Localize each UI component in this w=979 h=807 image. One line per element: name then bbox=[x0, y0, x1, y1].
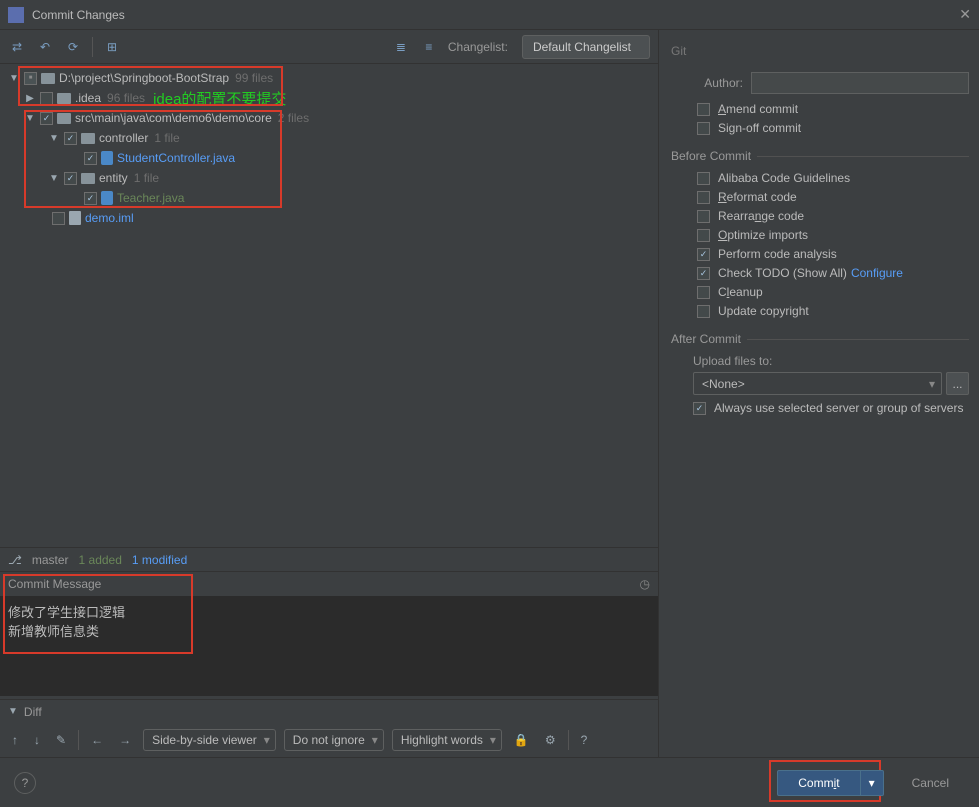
author-label: Author: bbox=[693, 76, 743, 90]
ignore-dropdown[interactable]: Do not ignore bbox=[284, 729, 384, 751]
folder-icon bbox=[81, 133, 95, 144]
branch-icon: ⎇ bbox=[8, 553, 22, 567]
copyright-row[interactable]: Update copyright bbox=[697, 304, 969, 318]
tree-teacher[interactable]: Teacher.java bbox=[0, 188, 658, 208]
checkbox[interactable] bbox=[697, 103, 710, 116]
java-file-icon bbox=[101, 151, 113, 165]
tree-src[interactable]: ▼ src\main\java\com\demo6\demo\core 2 fi… bbox=[0, 108, 658, 128]
close-icon[interactable]: ✕ bbox=[959, 6, 971, 23]
folder-icon bbox=[41, 73, 55, 84]
after-commit-title: After Commit bbox=[671, 332, 969, 346]
tree-studentcontroller[interactable]: StudentController.java bbox=[0, 148, 658, 168]
highlight-dropdown[interactable]: Highlight words bbox=[392, 729, 502, 751]
status-added: 1 added bbox=[79, 553, 122, 567]
diff-header[interactable]: ▼ Diff bbox=[0, 699, 658, 723]
configure-link[interactable]: Configure bbox=[851, 266, 903, 280]
next-file-icon[interactable]: → bbox=[115, 731, 135, 749]
reformat-row[interactable]: Reformat code bbox=[697, 190, 969, 204]
file-icon bbox=[69, 211, 81, 225]
upload-label: Upload files to: bbox=[693, 354, 969, 368]
cleanup-row[interactable]: Cleanup bbox=[697, 285, 969, 299]
checkbox[interactable] bbox=[64, 132, 77, 145]
prev-file-icon[interactable]: ← bbox=[87, 731, 107, 749]
folder-icon bbox=[57, 93, 71, 104]
app-icon bbox=[8, 7, 24, 23]
always-use-server-row[interactable]: Always use selected server or group of s… bbox=[693, 401, 969, 415]
upload-more-button[interactable]: ... bbox=[946, 372, 969, 395]
edit-icon[interactable]: ✎ bbox=[52, 731, 70, 749]
commit-button[interactable]: Commit bbox=[777, 770, 860, 796]
changes-toolbar: ⇄ ↶ ⟳ ⊞ ≣ ≡ Changelist: Default Changeli… bbox=[0, 30, 658, 64]
diff-toolbar: ↑ ↓ ✎ ← → Side-by-side viewer Do not ign… bbox=[0, 723, 658, 757]
checkbox[interactable] bbox=[52, 212, 65, 225]
changelist-dropdown[interactable]: Default Changelist bbox=[522, 35, 650, 59]
viewer-dropdown[interactable]: Side-by-side viewer bbox=[143, 729, 276, 751]
java-file-icon bbox=[101, 191, 113, 205]
rearrange-row[interactable]: Rearrange code bbox=[697, 209, 969, 223]
changelist-value: Default Changelist bbox=[533, 40, 631, 54]
checkbox[interactable] bbox=[64, 172, 77, 185]
separator bbox=[78, 730, 79, 750]
upload-server-dropdown[interactable]: <None> bbox=[693, 372, 942, 395]
footer: ? Commit ▾ Cancel bbox=[0, 757, 979, 807]
checkbox[interactable] bbox=[84, 152, 97, 165]
changelist-label: Changelist: bbox=[448, 40, 508, 54]
prev-diff-icon[interactable]: ↑ bbox=[8, 731, 22, 749]
folder-icon bbox=[57, 113, 71, 124]
folder-icon bbox=[81, 173, 95, 184]
separator bbox=[92, 37, 93, 57]
refresh-icon[interactable]: ⇄ bbox=[8, 38, 26, 56]
commit-message-header: Commit Message ◷ bbox=[0, 572, 658, 596]
help-button[interactable]: ? bbox=[14, 772, 36, 794]
tree-demoiml[interactable]: demo.iml bbox=[0, 208, 658, 228]
tree-idea[interactable]: ▶ .idea 96 files idea的配置不要提交 bbox=[0, 88, 658, 108]
checkbox[interactable] bbox=[697, 122, 710, 135]
history-icon[interactable]: ◷ bbox=[640, 577, 650, 591]
check-todo-row[interactable]: Check TODO (Show All)Configure bbox=[697, 266, 969, 280]
lock-icon[interactable]: 🔒 bbox=[510, 731, 533, 749]
branch-name: master bbox=[32, 553, 69, 567]
collapse-icon[interactable]: ≡ bbox=[420, 38, 438, 56]
right-panel: Git Author: Amend commit Sign-off commit… bbox=[659, 30, 979, 757]
tree-root[interactable]: ▼ D:\project\Springboot-BootStrap 99 fil… bbox=[0, 68, 658, 88]
status-modified: 1 modified bbox=[132, 553, 187, 567]
before-commit-title: Before Commit bbox=[671, 149, 969, 163]
separator bbox=[568, 730, 569, 750]
status-bar: ⎇ master 1 added 1 modified bbox=[0, 547, 658, 571]
group-icon[interactable]: ⊞ bbox=[103, 38, 121, 56]
checkbox[interactable] bbox=[40, 112, 53, 125]
annotation-text: idea的配置不要提交 bbox=[153, 88, 286, 109]
window-title: Commit Changes bbox=[32, 8, 959, 22]
cancel-button[interactable]: Cancel bbox=[896, 771, 965, 795]
author-input[interactable] bbox=[751, 72, 969, 94]
chevron-down-icon: ▼ bbox=[8, 706, 18, 717]
alibaba-row[interactable]: Alibaba Code Guidelines bbox=[697, 171, 969, 185]
file-tree[interactable]: ▼ D:\project\Springboot-BootStrap 99 fil… bbox=[0, 64, 658, 547]
checkbox[interactable] bbox=[24, 72, 37, 85]
gear-icon[interactable]: ⚙ bbox=[541, 731, 560, 749]
help-icon[interactable]: ? bbox=[577, 731, 592, 749]
checkbox[interactable] bbox=[40, 92, 53, 105]
tree-controller[interactable]: ▼ controller 1 file bbox=[0, 128, 658, 148]
revert-icon[interactable]: ↶ bbox=[36, 38, 54, 56]
perform-analysis-row[interactable]: Perform code analysis bbox=[697, 247, 969, 261]
amend-commit-row[interactable]: Amend commit bbox=[697, 102, 969, 116]
titlebar: Commit Changes ✕ bbox=[0, 0, 979, 30]
expand-icon[interactable]: ≣ bbox=[392, 38, 410, 56]
next-diff-icon[interactable]: ↓ bbox=[30, 731, 44, 749]
commit-dropdown-button[interactable]: ▾ bbox=[861, 770, 884, 796]
git-label: Git bbox=[671, 44, 969, 58]
optimize-row[interactable]: Optimize imports bbox=[697, 228, 969, 242]
reload-icon[interactable]: ⟳ bbox=[64, 38, 82, 56]
signoff-commit-row[interactable]: Sign-off commit bbox=[697, 121, 969, 135]
checkbox[interactable] bbox=[84, 192, 97, 205]
tree-entity[interactable]: ▼ entity 1 file bbox=[0, 168, 658, 188]
amend-label: mend commit bbox=[726, 102, 798, 116]
commit-message-textarea[interactable] bbox=[0, 596, 658, 696]
